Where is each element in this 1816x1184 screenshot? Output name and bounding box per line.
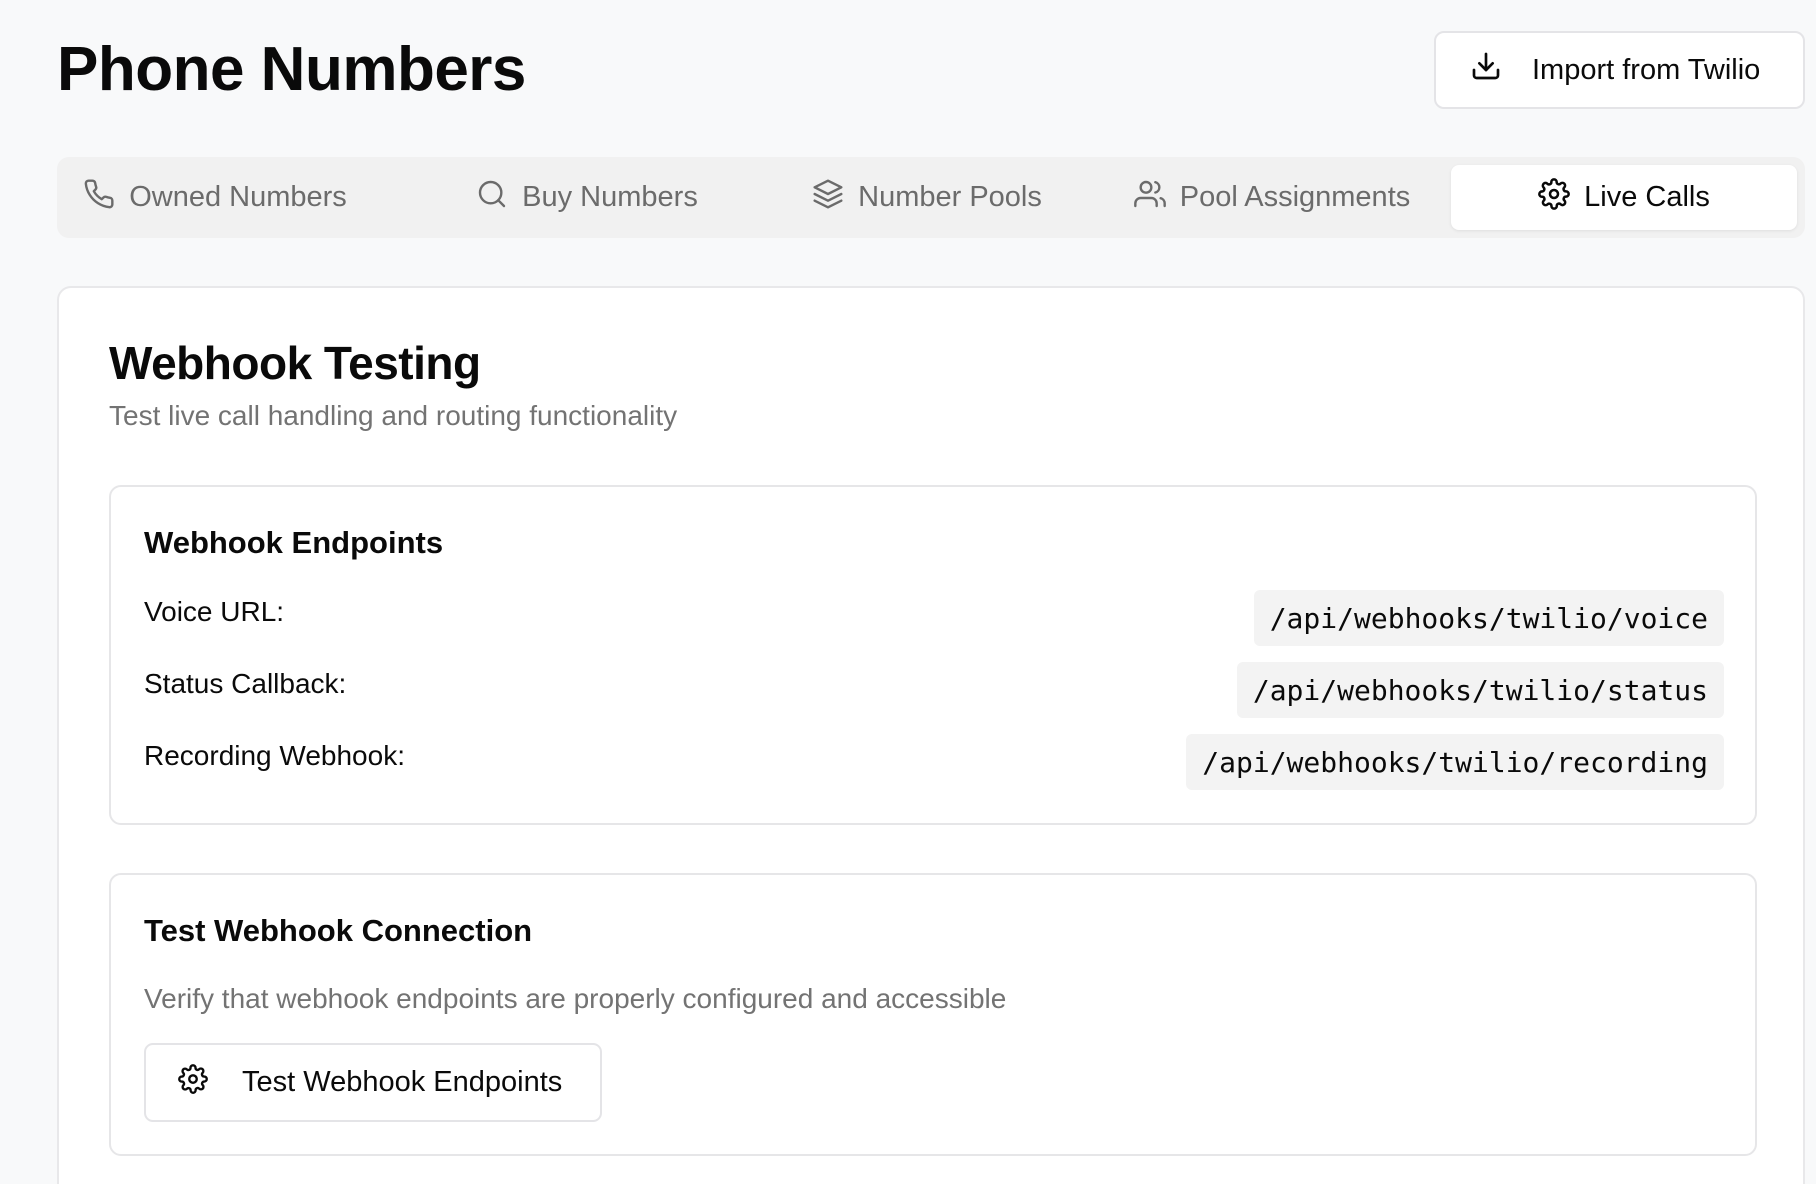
gear-icon [1538, 177, 1584, 218]
endpoint-url: /api/webhooks/twilio/recording [1186, 734, 1724, 790]
test-webhook-endpoints-button[interactable]: Test Webhook Endpoints [144, 1043, 602, 1122]
tab-label: Pool Assignments [1179, 181, 1411, 213]
endpoint-url: /api/webhooks/twilio/status [1236, 662, 1724, 718]
endpoint-row-status: Status Callback: /api/webhooks/twilio/st… [144, 662, 1724, 718]
endpoint-label: Voice URL: [144, 596, 285, 627]
gear-icon [178, 1063, 242, 1102]
tab-label: Buy Numbers [522, 181, 698, 213]
tab-live-calls[interactable]: Live Calls [1451, 165, 1797, 230]
card-subtitle: Test live call handling and routing func… [109, 400, 678, 431]
test-webhook-panel: Test Webhook Connection Verify that webh… [109, 873, 1757, 1156]
import-from-twilio-button[interactable]: Import from Twilio [1434, 31, 1805, 109]
import-button-label: Import from Twilio [1532, 53, 1761, 86]
endpoints-title: Webhook Endpoints [144, 525, 444, 560]
tab-label: Owned Numbers [129, 181, 347, 213]
test-button-label: Test Webhook Endpoints [242, 1066, 563, 1098]
users-icon [1133, 178, 1180, 218]
tab-number-pools[interactable]: Number Pools [777, 165, 1077, 230]
endpoint-row-voice: Voice URL: /api/webhooks/twilio/voice [144, 590, 1724, 646]
tab-buy-numbers[interactable]: Buy Numbers [437, 165, 737, 230]
tab-label: Number Pools [858, 181, 1042, 213]
layers-icon [812, 178, 858, 218]
endpoint-label: Status Callback: [144, 668, 347, 699]
tab-list: Owned Numbers Buy Numbers Number Pools P… [57, 157, 1805, 238]
download-icon [1470, 50, 1532, 90]
tab-pool-assignments[interactable]: Pool Assignments [1117, 165, 1427, 230]
card-title: Webhook Testing [109, 337, 481, 389]
test-description: Verify that webhook endpoints are proper… [144, 983, 1007, 1014]
test-title: Test Webhook Connection [144, 913, 533, 948]
phone-icon [83, 178, 129, 218]
webhook-testing-card: Webhook Testing Test live call handling … [57, 286, 1805, 1184]
webhook-endpoints-panel: Webhook Endpoints Voice URL: /api/webhoo… [109, 485, 1757, 825]
page-title: Phone Numbers [57, 35, 526, 104]
tab-owned-numbers[interactable]: Owned Numbers [65, 165, 365, 230]
endpoint-label: Recording Webhook: [144, 740, 405, 771]
endpoint-url: /api/webhooks/twilio/voice [1253, 590, 1724, 646]
endpoint-row-recording: Recording Webhook: /api/webhooks/twilio/… [144, 734, 1724, 790]
search-icon [476, 178, 522, 218]
page: Phone Numbers Import from Twilio Owned N… [0, 0, 1816, 1184]
tab-label: Live Calls [1584, 181, 1710, 213]
